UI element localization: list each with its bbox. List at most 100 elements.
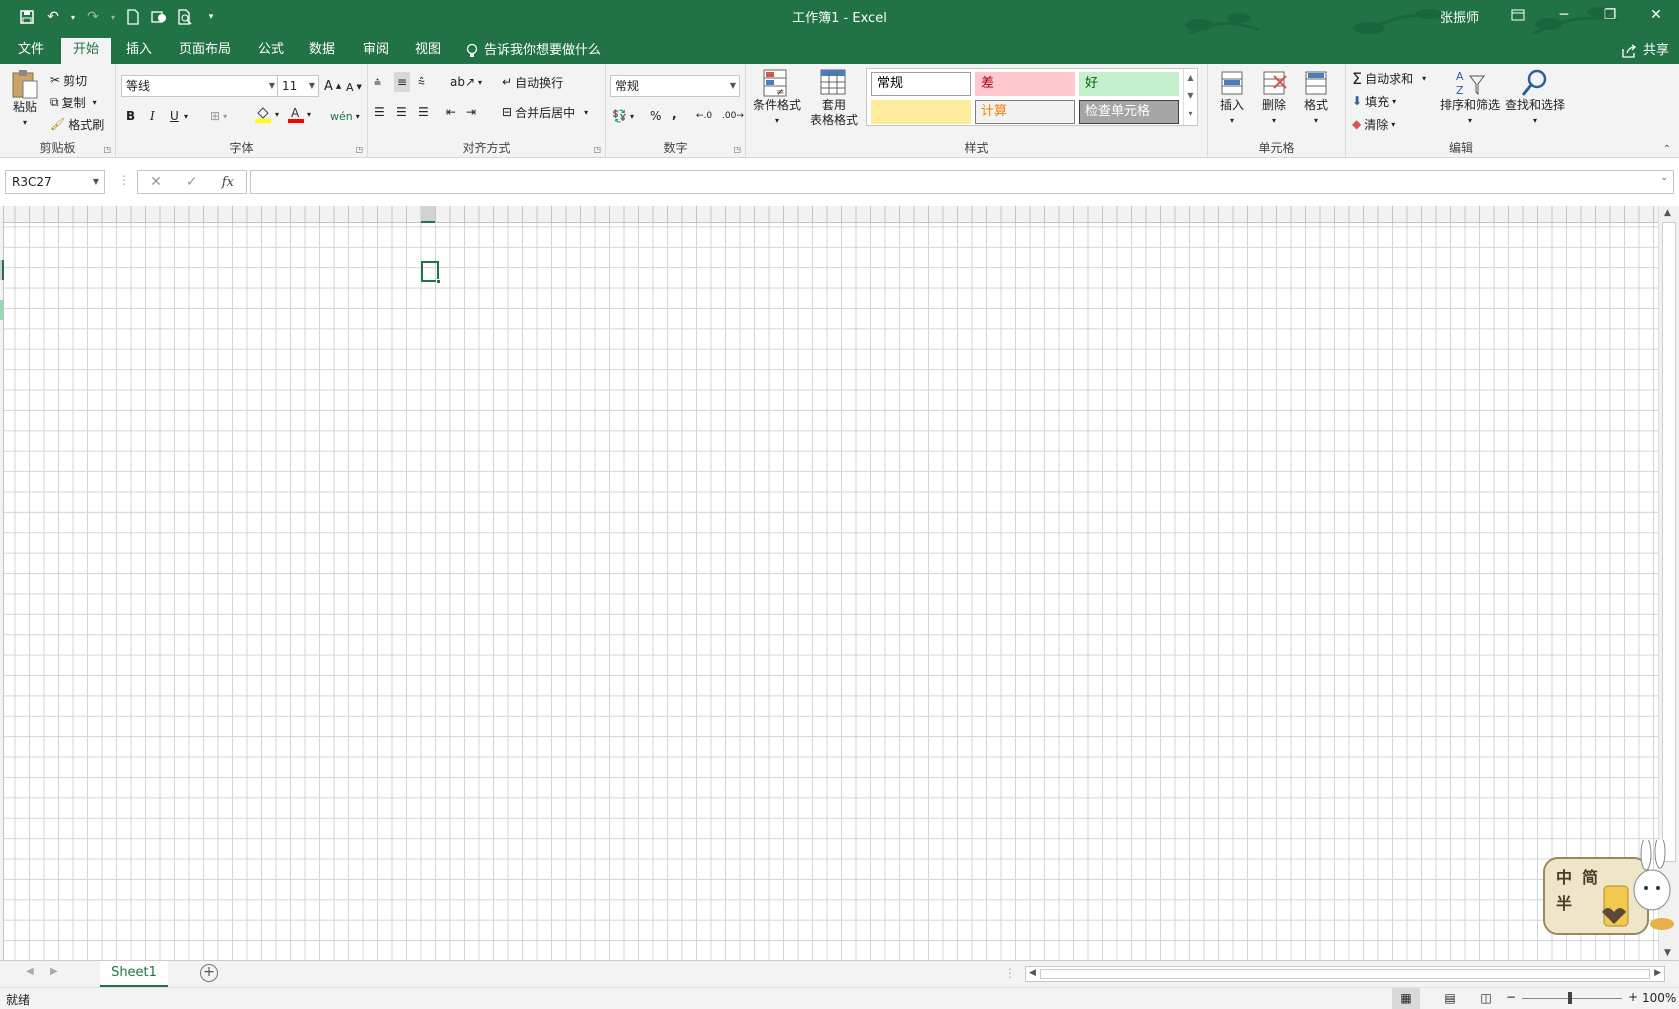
fill-color-button[interactable]: ▾ — [254, 104, 279, 124]
gallery-more-icon[interactable]: ▾ — [1184, 105, 1197, 123]
font-color-button[interactable]: A ▾ — [288, 104, 311, 124]
normal-view-icon[interactable]: ▦ — [1392, 988, 1420, 1009]
percent-button[interactable]: % — [650, 106, 661, 126]
increase-font-icon[interactable]: A ▲ — [324, 76, 341, 96]
name-box[interactable]: R3C27 ▼ — [5, 170, 105, 194]
insert-function-button[interactable]: fx — [222, 175, 234, 190]
paste-button[interactable]: 粘贴 ▾ — [8, 68, 42, 130]
decrease-decimal-icon[interactable]: .00→ — [722, 106, 744, 126]
bold-button[interactable]: B — [126, 106, 135, 126]
scroll-right-icon[interactable]: ▶ — [1654, 968, 1661, 978]
merge-center-button[interactable]: ⊟ 合并后居中 ▾ — [502, 102, 588, 122]
fill-button[interactable]: ⬇ 填充 ▾ — [1352, 91, 1396, 111]
phonetic-guide-icon[interactable]: wén ▾ — [330, 106, 360, 126]
align-bottom-icon[interactable]: ⩯ — [418, 72, 425, 92]
cell-style-4[interactable] — [871, 100, 971, 124]
decrease-indent-icon[interactable]: ⇤ — [446, 102, 456, 122]
tab-page-layout[interactable]: 页面布局 — [167, 38, 243, 64]
page-layout-view-icon[interactable]: ▤ — [1438, 988, 1462, 1009]
align-left-icon[interactable]: ☰ — [374, 102, 385, 122]
zoom-slider[interactable] — [1522, 992, 1622, 1004]
font-name-select[interactable]: 等线 ▼ — [121, 75, 279, 97]
decrease-font-icon[interactable]: A ▼ — [346, 77, 362, 97]
clear-dropdown-icon[interactable]: ▾ — [1391, 120, 1395, 129]
number-format-select[interactable]: 常规 ▼ — [610, 75, 740, 97]
horizontal-scrollbar[interactable]: ◀ ▶ — [1025, 966, 1665, 982]
zoom-level[interactable]: 100% — [1642, 991, 1676, 1005]
share-button[interactable]: 共享 — [1621, 38, 1669, 64]
cut-button[interactable]: ✂ 剪切 — [50, 70, 87, 90]
autosum-button[interactable]: Σ 自动求和 ▾ — [1352, 68, 1426, 88]
print-preview-icon[interactable] — [174, 6, 196, 28]
tab-split-grip-icon[interactable]: ⋮ — [1004, 966, 1016, 980]
name-box-dropdown-icon[interactable]: ▼ — [93, 171, 99, 193]
cancel-entry-icon[interactable]: ✕ — [150, 174, 162, 190]
restore-icon[interactable]: ❐ — [1587, 0, 1633, 30]
save-icon[interactable] — [16, 6, 38, 28]
accounting-format-icon[interactable]: 💱 ▾ — [612, 106, 634, 126]
zoom-in-icon[interactable]: + — [1628, 990, 1638, 1004]
delete-cells-button[interactable]: 删除 ▾ — [1256, 68, 1292, 128]
format-painter-button[interactable]: 🖌 格式刷 — [50, 114, 104, 134]
redo-icon[interactable]: ↷ — [82, 6, 104, 28]
clear-button[interactable]: ◆ 清除 ▾ — [1352, 114, 1395, 134]
column-headers[interactable] — [0, 206, 1658, 223]
cell-style-5[interactable]: 计算 — [975, 100, 1075, 124]
conditional-format-button[interactable]: ≠ 条件格式 ▾ — [752, 68, 802, 128]
fill-color-dropdown-icon[interactable]: ▾ — [275, 110, 279, 119]
new-file-icon[interactable] — [122, 6, 144, 28]
align-right-icon[interactable]: ☰ — [418, 102, 429, 122]
wrap-text-button[interactable]: ↵ 自动换行 — [502, 72, 563, 92]
increase-decimal-icon[interactable]: ←.0 — [696, 106, 712, 126]
scroll-left-icon[interactable]: ◀ — [1029, 968, 1036, 978]
add-sheet-icon[interactable]: + — [200, 964, 218, 982]
comma-button[interactable]: , — [672, 104, 677, 124]
merge-dropdown-icon[interactable]: ▾ — [584, 108, 588, 117]
vertical-scroll-thumb[interactable] — [1662, 222, 1676, 862]
ribbon-display-options-icon[interactable] — [1495, 0, 1541, 30]
user-name[interactable]: 张振师 — [1440, 7, 1479, 26]
cell-style-1[interactable]: 常规 — [871, 72, 971, 96]
align-center-icon[interactable]: ☰ — [396, 102, 407, 122]
tell-me-search[interactable]: 告诉我你想要做什么 — [466, 38, 601, 64]
font-color-dropdown-icon[interactable]: ▾ — [307, 110, 311, 119]
cell-style-2[interactable]: 差 — [975, 72, 1075, 96]
align-top-icon[interactable]: ⩮ — [374, 72, 381, 92]
tab-formulas[interactable]: 公式 — [246, 38, 296, 64]
border-icon[interactable]: ⊞ ▾ — [210, 106, 227, 126]
alignment-launcher-icon[interactable]: ◳ — [593, 145, 601, 154]
customize-qat-icon[interactable]: ▾ — [200, 6, 222, 28]
gallery-down-icon[interactable]: ▼ — [1184, 87, 1197, 105]
underline-button[interactable]: U — [170, 106, 179, 126]
paste-dropdown-icon[interactable]: ▾ — [23, 115, 27, 130]
zoom-slider-thumb[interactable] — [1568, 992, 1572, 1004]
tab-view[interactable]: 视图 — [403, 38, 453, 64]
next-sheet-icon[interactable]: ▶ — [50, 966, 58, 977]
insert-cells-button[interactable]: 插入 ▾ — [1214, 68, 1250, 128]
cell-style-3[interactable]: 好 — [1079, 72, 1179, 96]
minimize-icon[interactable]: ─ — [1541, 0, 1587, 30]
copy-button[interactable]: ⧉ 复制 ▾ — [50, 92, 97, 112]
italic-button[interactable]: I — [150, 106, 155, 126]
formula-bar-grip-icon[interactable]: ⋮ — [118, 173, 130, 187]
font-launcher-icon[interactable]: ◳ — [355, 145, 363, 154]
collapse-ribbon-icon[interactable]: ⌃ — [1663, 144, 1671, 155]
number-launcher-icon[interactable]: ◳ — [733, 145, 741, 154]
page-break-view-icon[interactable]: ◫ — [1474, 988, 1498, 1009]
orientation-icon[interactable]: ab↗ ▾ — [450, 72, 482, 92]
underline-dropdown-icon[interactable]: ▾ — [184, 106, 188, 126]
find-select-button[interactable]: 查找和选择 ▾ — [1502, 68, 1568, 128]
clipboard-launcher-icon[interactable]: ◳ — [103, 145, 111, 154]
selected-column-header[interactable] — [421, 206, 435, 223]
formula-input[interactable]: ⌄ — [250, 170, 1674, 194]
format-cells-button[interactable]: 格式 ▾ — [1298, 68, 1334, 128]
close-icon[interactable]: ✕ — [1633, 0, 1679, 30]
fill-handle[interactable] — [436, 279, 441, 284]
tab-review[interactable]: 审阅 — [351, 38, 401, 64]
selected-row-header[interactable] — [0, 260, 4, 280]
zoom-out-icon[interactable]: − — [1506, 990, 1516, 1004]
tab-home[interactable]: 开始 — [61, 38, 112, 64]
sheet-tab-sheet1[interactable]: Sheet1 — [100, 961, 168, 987]
active-cell[interactable] — [421, 261, 441, 284]
copy-dropdown-icon[interactable]: ▾ — [93, 98, 97, 107]
